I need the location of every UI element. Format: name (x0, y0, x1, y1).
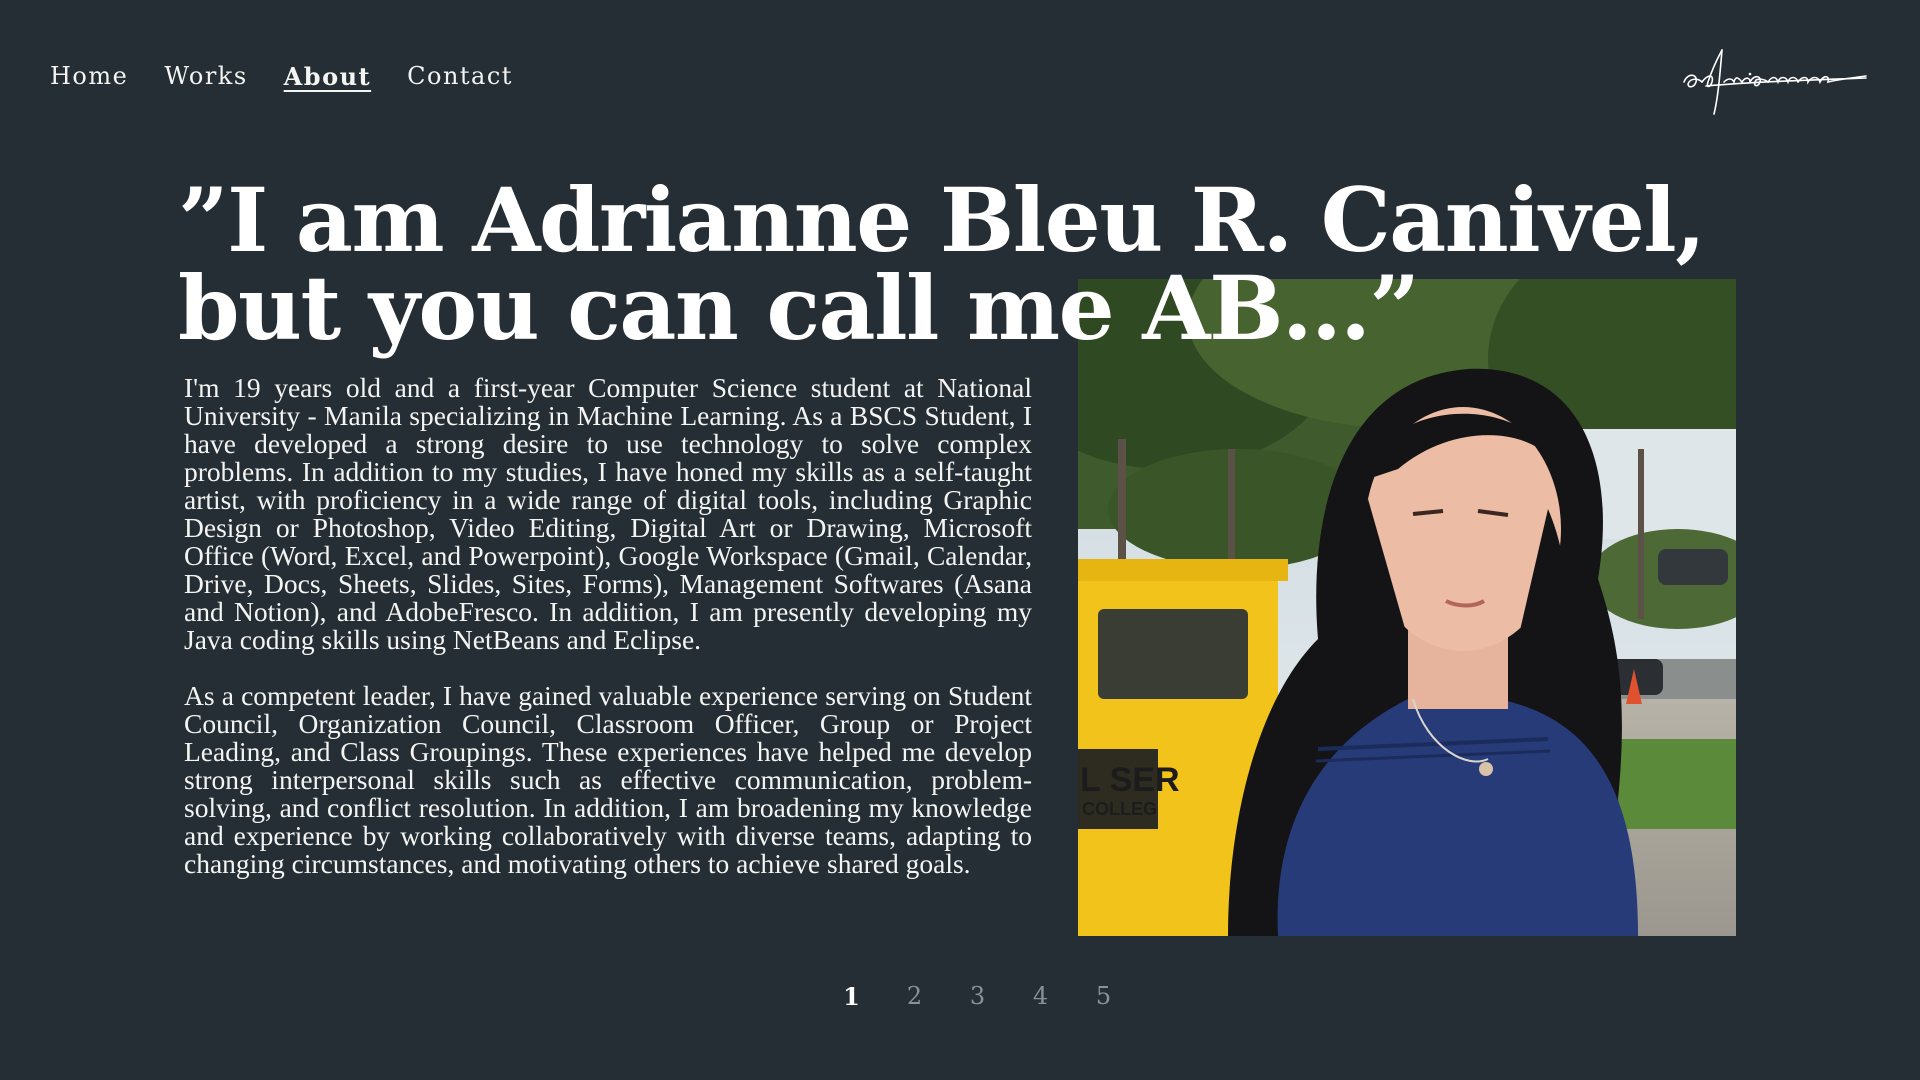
bio-paragraph-2: As a competent leader, I have gained val… (184, 680, 1032, 879)
profile-photo: L SER COLLEG (1078, 279, 1736, 936)
page-4-link[interactable]: 4 (1009, 982, 1072, 1011)
nav-home-link[interactable]: Home (50, 62, 128, 91)
page-5-link[interactable]: 5 (1072, 982, 1135, 1011)
bio-paragraph-1: I'm 19 years old and a first-year Comput… (184, 372, 1032, 655)
signature-logo[interactable] (1680, 44, 1870, 118)
hero-heading-line2: but you can call me AB...” (178, 256, 1420, 360)
signature-logo-graphic (1683, 49, 1867, 115)
page-2-link[interactable]: 2 (883, 982, 946, 1011)
bus-sign-text-1: L SER (1080, 761, 1180, 799)
page-3-link[interactable]: 3 (946, 982, 1009, 1011)
main-nav: Home Works About Contact (50, 62, 549, 91)
pagination: 1 2 3 4 5 (820, 982, 1135, 1011)
nav-contact-link[interactable]: Contact (407, 62, 513, 91)
page-1-link[interactable]: 1 (820, 982, 883, 1011)
hero-heading: ”I am Adrianne Bleu R. Canivel, but you … (178, 176, 1706, 352)
nav-works-link[interactable]: Works (164, 62, 247, 91)
bus-sign-text-2: COLLEG (1082, 799, 1157, 819)
nav-about-link[interactable]: About (284, 62, 371, 91)
bio-section: I'm 19 years old and a first-year Comput… (184, 374, 1032, 906)
profile-photo-illustration: L SER COLLEG (1078, 279, 1736, 936)
